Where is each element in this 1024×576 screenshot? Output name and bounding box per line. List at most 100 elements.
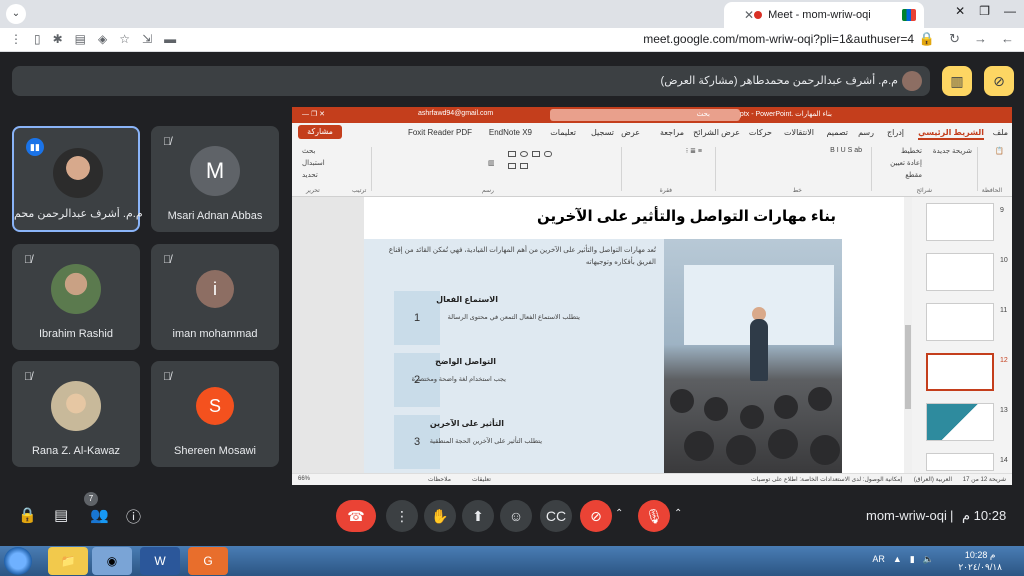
lock-icon[interactable]: 🔒 — [919, 31, 935, 47]
ppt-section[interactable]: مقطع — [905, 171, 922, 179]
shape-rect-icon[interactable] — [520, 163, 528, 169]
info-icon[interactable]: ⓘ — [126, 506, 141, 527]
ppt-layout[interactable]: تخطيط — [901, 147, 922, 155]
slide-thumbnail[interactable] — [926, 253, 994, 291]
ppt-tab-endnote[interactable]: EndNote X9 — [489, 128, 532, 137]
ppt-share-button[interactable]: مشاركة — [298, 125, 342, 139]
foxit-reader-icon[interactable]: G — [188, 547, 228, 575]
show-hidden-icon[interactable]: ▲ — [893, 554, 902, 565]
stop-presenting-button[interactable]: ⊘ — [984, 66, 1014, 96]
shape-rect-icon[interactable] — [508, 151, 516, 157]
more-options-button[interactable]: ⋮ — [386, 500, 418, 532]
file-explorer-icon[interactable]: 📁 — [48, 547, 88, 575]
scrollbar-thumb[interactable] — [905, 325, 911, 409]
participant-tile-1[interactable]: ▮▮ م.م. أشرف عبدالرحمن محم... — [12, 126, 142, 232]
shape-rounded-icon[interactable] — [544, 151, 552, 157]
participant-tile-6[interactable]: 🎙̸ S Shereen Mosawi — [151, 361, 279, 467]
ppt-new-slide[interactable]: شريحة جديدة — [933, 147, 972, 155]
arrange-icon[interactable]: ▥ — [488, 159, 495, 167]
sidebar-icon[interactable]: ▯ — [34, 32, 41, 46]
shared-screen[interactable]: بناء المهارات .pptx - PowerPoint بحث ash… — [292, 107, 1012, 485]
layout-toggle-button[interactable]: ▥ — [942, 66, 972, 96]
shape-oval-icon[interactable] — [520, 151, 528, 157]
browser-tab-meet[interactable]: ✕ Meet - mom-wriw-oqi — [724, 2, 924, 28]
captions-button[interactable]: CC — [540, 500, 572, 532]
network-icon[interactable]: ▮ — [910, 554, 915, 565]
ppt-tab-insert[interactable]: إدراج — [887, 128, 904, 137]
system-clock[interactable]: 10:28 م ٢٠٢٤/٠٩/١٨ — [958, 549, 1002, 573]
slide-thumbnail[interactable] — [926, 303, 994, 341]
slide-thumbnail[interactable] — [926, 403, 994, 441]
slide-thumbnail[interactable] — [926, 453, 994, 471]
docs-icon[interactable]: ▤ — [75, 32, 86, 46]
forward-icon[interactable]: → — [974, 31, 987, 47]
ppt-search-box[interactable]: بحث — [550, 109, 740, 121]
tab-search-button[interactable]: ⌄ — [6, 4, 26, 24]
font-icon[interactable]: B I U S ab — [830, 147, 862, 154]
shape-rect-icon[interactable] — [532, 151, 540, 157]
word-icon[interactable]: W — [140, 547, 180, 575]
ppt-tab-file[interactable]: ملف — [993, 128, 1008, 137]
minimize-window-icon[interactable]: — — [1004, 4, 1016, 18]
ppt-tab-slideshow[interactable]: عرض الشرائح — [693, 128, 740, 137]
ppt-reset[interactable]: إعادة تعيين — [890, 159, 922, 167]
divider — [621, 147, 622, 191]
camera-off-button[interactable]: ⊘ — [580, 500, 612, 532]
ppt-tab-help[interactable]: تعليمات — [550, 128, 576, 137]
status-notes[interactable]: ملاحظات — [428, 476, 451, 483]
ppt-tab-home[interactable]: الشريط الرئيسي — [918, 128, 984, 140]
ppt-select[interactable]: تحديد — [302, 171, 318, 179]
participant-tile-4[interactable]: 🎙̸ i iman mohammad — [151, 244, 279, 350]
ppt-tab-transitions[interactable]: الانتقالات — [784, 128, 814, 137]
status-zoom[interactable]: 66% — [298, 476, 310, 482]
participant-tile-5[interactable]: 🎙̸ Rana Z. Al-Kawaz — [12, 361, 140, 467]
ppt-find[interactable]: بحث — [302, 147, 315, 155]
paragraph-icon[interactable]: ≡ ≣ ⁝ — [686, 147, 702, 155]
camera-options-chevron-icon[interactable]: ⌃ — [615, 508, 623, 519]
menu-icon[interactable]: ⋮ — [10, 32, 22, 46]
extension-icon[interactable]: ◈ — [98, 32, 107, 46]
ppt-tab-foxit[interactable]: Foxit Reader PDF — [408, 128, 472, 137]
people-icon[interactable]: 👥 — [90, 506, 109, 524]
mic-off-button[interactable]: 🎙 — [638, 500, 670, 532]
reload-icon[interactable]: ↻ — [949, 31, 960, 47]
volume-icon[interactable]: 🔈 — [923, 554, 934, 565]
camera-icon[interactable]: ▬ — [164, 32, 176, 46]
raise-hand-button[interactable]: ✋ — [424, 500, 456, 532]
ppt-tab-view[interactable]: عرض — [621, 128, 640, 137]
paste-icon[interactable]: 📋 — [995, 147, 1004, 155]
bookmark-star-icon[interactable]: ☆ — [119, 32, 130, 46]
chat-icon[interactable]: ▤ — [54, 506, 68, 524]
end-call-button[interactable]: ☎ — [336, 500, 376, 532]
mic-options-chevron-icon[interactable]: ⌃ — [674, 508, 682, 519]
ppt-replace[interactable]: استبدال — [302, 159, 325, 167]
participant-tile-3[interactable]: 🎙̸ Ibrahim Rashid — [12, 244, 140, 350]
ppt-tab-draw[interactable]: رسم — [858, 128, 874, 137]
host-controls-icon[interactable]: 🔒 — [18, 506, 37, 524]
reactions-button[interactable]: ☺ — [500, 500, 532, 532]
slide-thumbnail-selected[interactable] — [926, 353, 994, 391]
shape-rect-icon[interactable] — [508, 163, 516, 169]
start-button[interactable] — [4, 547, 32, 575]
slide-scrollbar[interactable] — [904, 197, 912, 473]
status-comments[interactable]: تعليقات — [472, 476, 491, 483]
ppt-tab-animations[interactable]: حركات — [749, 128, 772, 137]
chrome-icon[interactable]: ◉ — [92, 547, 132, 575]
language-indicator[interactable]: AR — [872, 554, 885, 565]
ppt-tab-record[interactable]: تسجيل — [591, 128, 614, 137]
participant-tile-2[interactable]: 🎙̸ M Msari Adnan Abbas — [151, 126, 279, 232]
ppt-tab-review[interactable]: مراجعة — [660, 128, 684, 137]
slide-thumbnail[interactable] — [926, 203, 994, 241]
back-icon[interactable]: ← — [1001, 31, 1014, 47]
ppt-tab-design[interactable]: تصميم — [826, 128, 848, 137]
close-tab-icon[interactable]: ✕ — [744, 8, 754, 22]
close-window-icon[interactable]: ✕ — [955, 4, 965, 18]
slide-canvas[interactable]: بناء مهارات التواصل والتأثير على الآخرين… — [364, 197, 904, 473]
extensions-icon[interactable]: ✱ — [53, 32, 63, 46]
restore-window-icon[interactable]: ❐ — [979, 4, 990, 18]
ppt-window-controls[interactable]: ✕ ❐ — — [302, 110, 325, 118]
status-accessibility[interactable]: إمكانية الوصول: لدى الاستعدادات الخاصة: … — [751, 476, 902, 483]
present-screen-button[interactable]: ⬆ — [462, 500, 494, 532]
share-icon[interactable]: ⇲ — [142, 32, 152, 46]
url-text[interactable]: meet.google.com/mom-wriw-oqi?pli=1&authu… — [643, 32, 914, 46]
